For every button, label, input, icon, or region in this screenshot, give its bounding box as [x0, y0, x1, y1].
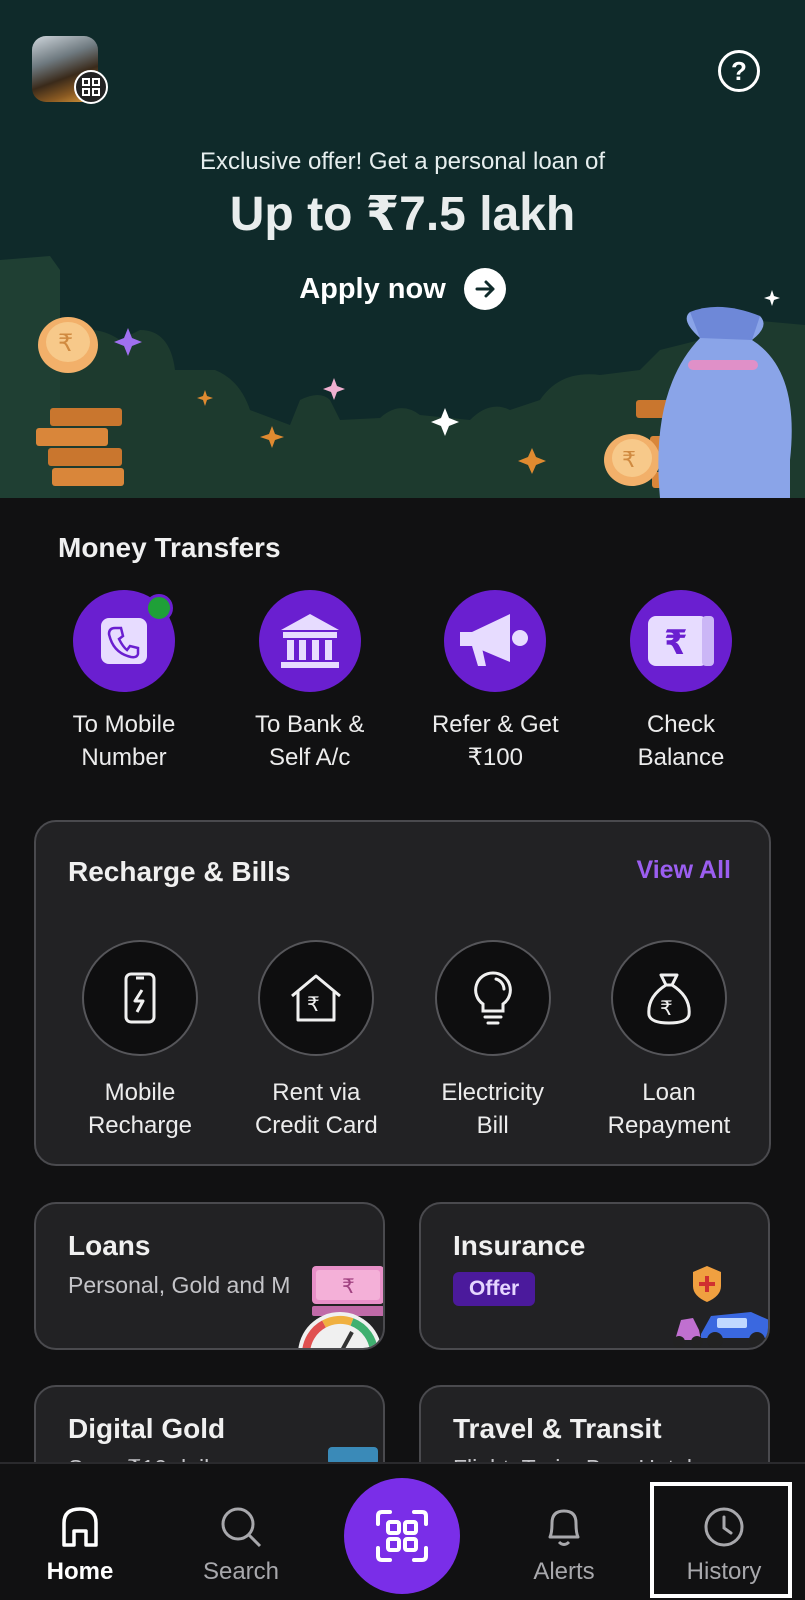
nav-home[interactable]: Home — [5, 1464, 155, 1600]
money-transfers-grid: To Mobile Number To Bank & Self A/c Refe… — [36, 590, 769, 774]
scan-qr-icon — [376, 1510, 428, 1562]
history-highlight-frame — [650, 1482, 792, 1598]
money-bag-icon: ₹ — [610, 940, 727, 1056]
bulb-icon — [434, 940, 551, 1056]
loan-repayment-label: Loan Repayment — [607, 1079, 731, 1139]
promo-banner[interactable]: ₹ ₹ ? Exclusive offer! Get a personal lo… — [0, 0, 805, 498]
bank-icon — [258, 590, 361, 692]
phone-icon — [73, 590, 175, 692]
apply-now-label: Apply now — [299, 272, 446, 305]
svg-text:₹: ₹ — [664, 623, 688, 663]
money-transfers-title: Money Transfers — [58, 532, 281, 563]
recharge-bills-title: Recharge & Bills — [68, 856, 291, 887]
insurance-vehicles-illustration — [673, 1266, 768, 1348]
svg-text:₹: ₹ — [622, 448, 636, 473]
loan-meter-illustration: ₹ — [298, 1266, 383, 1348]
rent-via-credit-card-button[interactable]: ₹ Rent via Credit Card — [228, 940, 404, 1142]
apply-now-button[interactable]: Apply now — [0, 268, 805, 310]
insurance-title: Insurance — [453, 1230, 586, 1261]
offer-subtitle: Exclusive offer! Get a personal loan of — [199, 148, 606, 175]
to-bank-self-button[interactable]: To Bank & Self A/c — [222, 590, 398, 774]
nav-alerts-label: Alerts — [533, 1558, 595, 1585]
insurance-tile[interactable]: Insurance Offer — [419, 1202, 770, 1350]
loans-subtitle: Personal, Gold and M — [68, 1272, 291, 1298]
mobile-charge-icon — [82, 940, 198, 1056]
check-balance-label: Check Balance — [637, 711, 725, 771]
nav-alerts[interactable]: Alerts — [489, 1464, 639, 1600]
notification-dot — [145, 594, 173, 622]
nav-home-label: Home — [46, 1558, 114, 1585]
qr-code-icon[interactable] — [74, 70, 108, 104]
recharge-bills-card: Recharge & Bills View All Mobile Recharg… — [34, 820, 771, 1166]
offer-amount: Up to ₹7.5 lakh — [229, 188, 576, 241]
to-mobile-number-label: To Mobile Number — [72, 711, 176, 771]
recharge-bills-grid: Mobile Recharge ₹ Rent via Credit Card E… — [52, 940, 757, 1142]
scan-qr-button[interactable] — [344, 1478, 460, 1594]
house-rupee-icon: ₹ — [258, 940, 375, 1056]
rent-via-credit-card-label: Rent via Credit Card — [254, 1079, 378, 1139]
check-balance-button[interactable]: ₹ Check Balance — [593, 590, 769, 774]
home-icon — [58, 1504, 102, 1550]
megaphone-icon — [444, 590, 547, 692]
view-all-link[interactable]: View All — [637, 856, 731, 885]
offer-badge: Offer — [453, 1272, 536, 1306]
mobile-recharge-label: Mobile Recharge — [87, 1079, 193, 1139]
to-mobile-number-button[interactable]: To Mobile Number — [36, 590, 212, 774]
refer-and-get-button[interactable]: Refer & Get ₹100 — [407, 590, 583, 774]
loans-tile[interactable]: Loans Personal, Gold and M ₹ — [34, 1202, 385, 1350]
electricity-bill-label: Electricity Bill — [441, 1079, 544, 1139]
mobile-recharge-button[interactable]: Mobile Recharge — [52, 940, 228, 1142]
svg-text:₹: ₹ — [342, 1274, 355, 1298]
nav-search[interactable]: Search — [166, 1464, 316, 1600]
rupee-wallet-icon: ₹ — [629, 590, 732, 692]
svg-text:₹: ₹ — [58, 329, 73, 357]
svg-text:₹: ₹ — [307, 992, 320, 1016]
to-bank-self-label: To Bank & Self A/c — [254, 711, 365, 771]
search-icon — [219, 1504, 263, 1550]
travel-transit-title: Travel & Transit — [453, 1413, 662, 1444]
loans-title: Loans — [68, 1230, 151, 1261]
loan-repayment-button[interactable]: ₹ Loan Repayment — [581, 940, 757, 1142]
bell-icon — [544, 1504, 584, 1550]
arrow-right-icon — [463, 268, 506, 310]
electricity-bill-button[interactable]: Electricity Bill — [405, 940, 581, 1142]
svg-text:₹: ₹ — [660, 996, 673, 1020]
refer-and-get-label: Refer & Get ₹100 — [431, 711, 559, 771]
nav-search-label: Search — [202, 1558, 280, 1585]
digital-gold-title: Digital Gold — [68, 1413, 226, 1444]
help-icon[interactable]: ? — [718, 50, 760, 92]
